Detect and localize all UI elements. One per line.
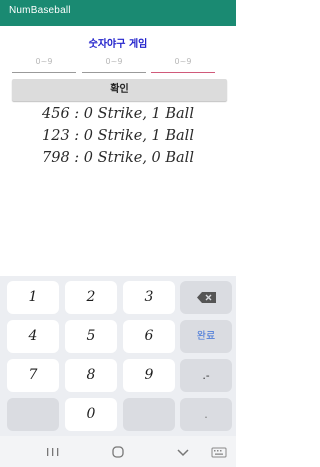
- app-bar: NumBaseball: [0, 0, 236, 26]
- game-title: 숫자야구 게임: [88, 39, 148, 50]
- key-5[interactable]: 5: [65, 320, 117, 353]
- keyboard-switch-icon[interactable]: [204, 444, 234, 460]
- done-key[interactable]: 완료: [180, 320, 232, 353]
- blank-key: [7, 398, 59, 431]
- history-row: 456 : 0 Strike, 1 Ball: [42, 106, 194, 122]
- key-6[interactable]: 6: [123, 320, 175, 353]
- key-0[interactable]: 0: [65, 398, 117, 431]
- guess-history: 456 : 0 Strike, 1 Ball 123 : 0 Strike, 1…: [0, 106, 236, 172]
- digit-input-3[interactable]: 0~9: [151, 57, 215, 73]
- numeric-keyboard: 1 2 3 4 5 6 완료 7 8 9 .- 0 .: [0, 276, 236, 436]
- recents-icon[interactable]: [38, 444, 68, 460]
- key-7[interactable]: 7: [7, 359, 59, 392]
- key-4[interactable]: 4: [7, 320, 59, 353]
- app-title: NumBaseball: [9, 5, 71, 16]
- punctuation-key[interactable]: .-: [180, 359, 232, 392]
- key-3[interactable]: 3: [123, 281, 175, 314]
- key-2[interactable]: 2: [65, 281, 117, 314]
- system-nav-bar: [0, 436, 236, 467]
- digit-input-2[interactable]: 0~9: [82, 57, 146, 73]
- home-icon[interactable]: [103, 444, 133, 460]
- dot-key[interactable]: .: [180, 398, 232, 431]
- confirm-button[interactable]: 확인: [12, 79, 227, 101]
- history-row: 798 : 0 Strike, 0 Ball: [42, 150, 194, 166]
- back-icon[interactable]: [168, 444, 198, 460]
- backspace-key[interactable]: [180, 281, 232, 314]
- key-9[interactable]: 9: [123, 359, 175, 392]
- backspace-icon: [197, 292, 216, 303]
- key-8[interactable]: 8: [65, 359, 117, 392]
- history-row: 123 : 0 Strike, 1 Ball: [42, 128, 194, 144]
- key-1[interactable]: 1: [7, 281, 59, 314]
- blank-key: [123, 398, 175, 431]
- digit-input-1[interactable]: 0~9: [12, 57, 76, 73]
